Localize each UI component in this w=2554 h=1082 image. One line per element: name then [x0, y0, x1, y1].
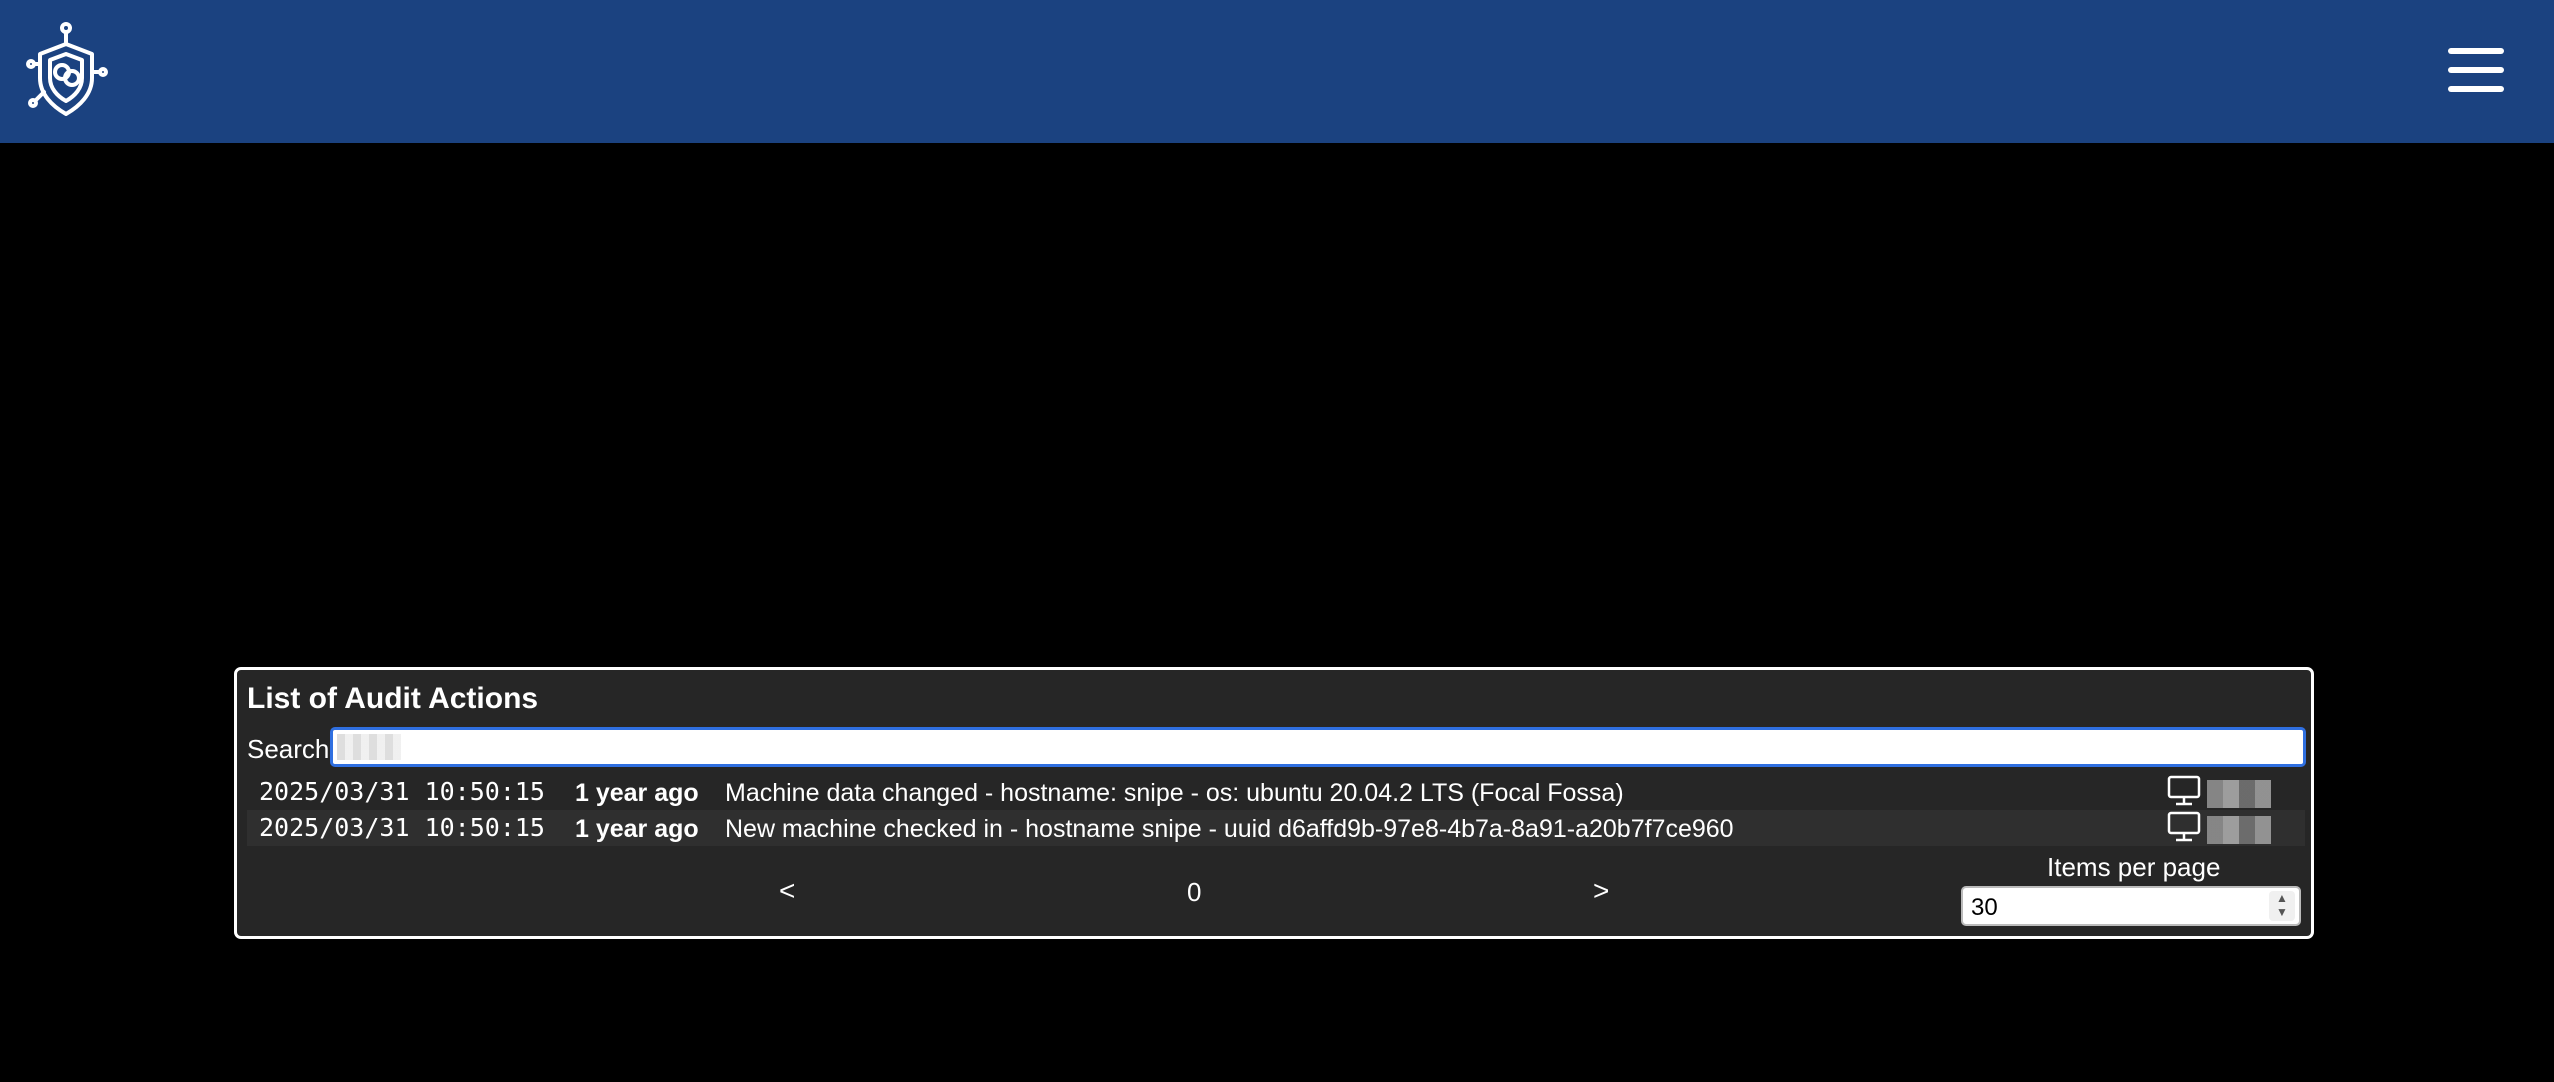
row-timestamp: 2025/03/31 10:50:15 [259, 813, 545, 842]
search-input[interactable] [330, 727, 2306, 767]
row-message: New machine checked in - hostname snipe … [725, 815, 1734, 843]
row-timestamp: 2025/03/31 10:50:15 [259, 777, 545, 806]
items-per-page-input[interactable]: 30 ▲ ▼ [1961, 886, 2301, 926]
audit-actions-panel: List of Audit Actions Search 2025/03/31 … [234, 667, 2314, 939]
shield-logo-icon[interactable] [26, 20, 110, 122]
redacted-machine-name [2207, 780, 2271, 808]
search-label: Search [247, 734, 330, 764]
audit-row[interactable]: 2025/03/31 10:50:15 1 year ago Machine d… [247, 774, 2305, 810]
row-relative-time: 1 year ago [575, 815, 699, 843]
items-per-page-label: Items per page [2047, 852, 2221, 882]
previous-page-button[interactable]: < [773, 875, 801, 907]
row-relative-time: 1 year ago [575, 779, 699, 807]
audit-row[interactable]: 2025/03/31 10:50:15 1 year ago New machi… [247, 810, 2305, 846]
machine-link[interactable] [2167, 774, 2277, 810]
panel-title: List of Audit Actions [247, 682, 539, 715]
items-per-page-value: 30 [1971, 894, 1998, 921]
hamburger-menu-icon[interactable] [2440, 42, 2512, 98]
spinner-arrows-icon[interactable]: ▲ ▼ [2269, 891, 2295, 921]
top-navbar [0, 0, 2554, 143]
redacted-machine-name [2207, 816, 2271, 844]
computer-monitor-icon [2167, 775, 2201, 806]
row-message: Machine data changed - hostname: snipe -… [725, 779, 1624, 807]
computer-monitor-icon [2167, 811, 2201, 842]
machine-link[interactable] [2167, 810, 2277, 846]
current-page-number: 0 [1187, 877, 1202, 907]
next-page-button[interactable]: > [1587, 875, 1615, 907]
